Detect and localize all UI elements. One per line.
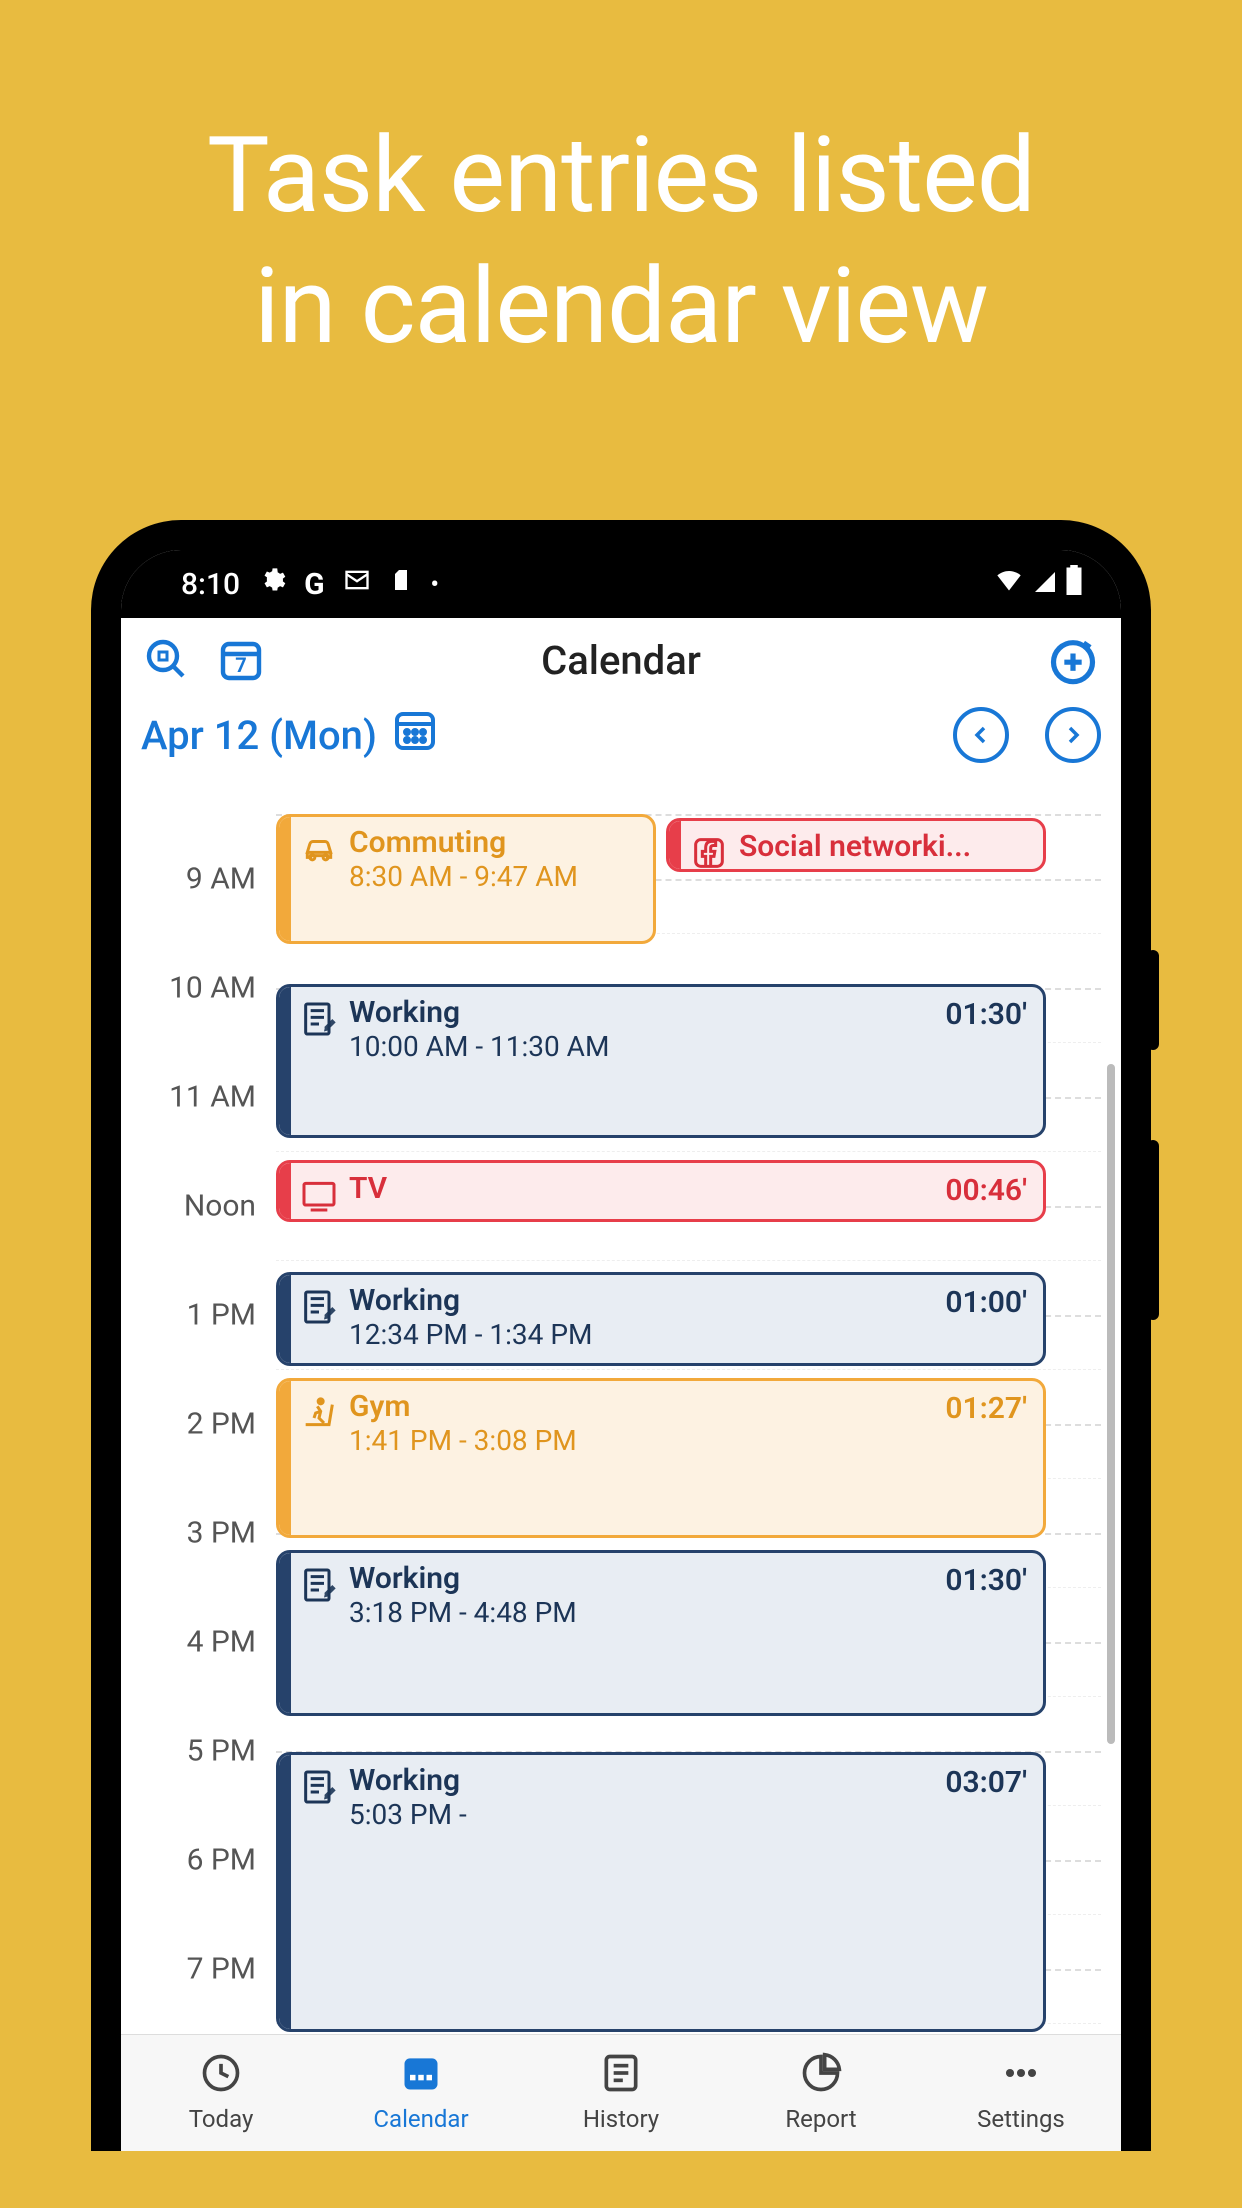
calendar-event[interactable]: Gym1:41 PM - 3:08 PM01:27'	[276, 1378, 1046, 1538]
event-time: 10:00 AM - 11:30 AM	[349, 1030, 1029, 1063]
wifi-icon	[993, 566, 1025, 602]
event-time: 8:30 AM - 9:47 AM	[349, 860, 639, 893]
hour-label: 1 PM	[187, 1298, 256, 1333]
hour-label: 5 PM	[187, 1734, 256, 1769]
status-bar: 8:10 G •	[121, 550, 1121, 618]
treadmill-icon	[299, 1393, 339, 1433]
hour-label: 6 PM	[187, 1843, 256, 1878]
tab-label: Today	[189, 2105, 254, 2133]
date-picker[interactable]: Apr 12 (Mon)	[141, 706, 439, 764]
hour-label: 10 AM	[169, 971, 256, 1006]
event-title: Gym	[349, 1389, 1029, 1424]
calendar-event[interactable]: TV00:46'	[276, 1160, 1046, 1222]
calendar-event[interactable]: Working10:00 AM - 11:30 AM01:30'	[276, 984, 1046, 1138]
scrollbar[interactable]	[1107, 1064, 1115, 1744]
page-title: Calendar	[303, 637, 939, 684]
clock-icon	[199, 2051, 243, 2099]
list-icon	[599, 2051, 643, 2099]
event-time: 3:18 PM - 4:48 PM	[349, 1596, 1029, 1629]
event-duration: 03:07'	[945, 1765, 1027, 1800]
event-time: 1:41 PM - 3:08 PM	[349, 1424, 1029, 1457]
calendar-icon	[399, 2051, 443, 2099]
note-icon	[299, 1565, 339, 1605]
tab-label: Calendar	[373, 2105, 468, 2133]
pie-icon	[799, 2051, 843, 2099]
sd-card-icon	[389, 566, 413, 602]
tab-today[interactable]: Today	[121, 2035, 321, 2151]
promo-title: Task entries listed in calendar view	[0, 0, 1242, 373]
date-label: Apr 12 (Mon)	[141, 712, 377, 759]
google-icon: G	[304, 567, 324, 602]
calendar-grid-icon	[391, 706, 439, 764]
event-title: TV	[349, 1171, 1029, 1206]
dots-icon	[999, 2051, 1043, 2099]
promo-line2: in calendar view	[254, 245, 988, 368]
search-icon[interactable]	[143, 636, 191, 684]
tab-report[interactable]: Report	[721, 2035, 921, 2151]
calendar-timeline[interactable]: 9 AM 10 AM 11 AM Noon 1 PM 2 PM 3 PM 4 PM 5 PM 6 …	[121, 784, 1121, 2034]
hour-label: 2 PM	[187, 1407, 256, 1442]
add-timer-icon[interactable]	[1047, 634, 1099, 686]
calendar-event[interactable]: Social networki...	[666, 818, 1046, 872]
dot-icon: •	[431, 570, 439, 598]
calendar-event[interactable]: Working5:03 PM -03:07'	[276, 1752, 1046, 2032]
tab-label: History	[583, 2105, 659, 2133]
app-header: 7 Calendar	[121, 618, 1121, 696]
hour-label: 7 PM	[187, 1952, 256, 1987]
event-title: Social networki...	[739, 829, 1029, 861]
hour-label: 9 AM	[186, 862, 256, 897]
note-icon	[299, 1767, 339, 1807]
gear-icon	[258, 566, 286, 602]
event-duration: 01:30'	[945, 997, 1027, 1032]
car-icon	[299, 829, 339, 869]
note-icon	[299, 999, 339, 1039]
event-duration: 01:00'	[945, 1285, 1027, 1320]
event-time: 12:34 PM - 1:34 PM	[349, 1318, 1029, 1351]
next-day-button[interactable]	[1045, 707, 1101, 763]
event-duration: 00:46'	[945, 1173, 1027, 1208]
facebook-icon	[689, 833, 729, 872]
event-title: Working	[349, 995, 1029, 1030]
event-title: Working	[349, 1763, 1029, 1798]
tab-settings[interactable]: Settings	[921, 2035, 1121, 2151]
note-icon	[299, 1287, 339, 1327]
phone-screen: 8:10 G •	[121, 550, 1121, 2151]
event-title: Working	[349, 1561, 1029, 1596]
date-navigation: Apr 12 (Mon)	[121, 696, 1121, 784]
event-time: 5:03 PM -	[349, 1798, 1029, 1831]
tab-bar: Today Calendar History Report Settings	[121, 2034, 1121, 2151]
hour-label: 3 PM	[187, 1516, 256, 1551]
tv-icon	[299, 1175, 339, 1215]
hour-label: 11 AM	[169, 1080, 256, 1115]
battery-icon	[1065, 565, 1083, 603]
event-duration: 01:27'	[945, 1391, 1027, 1426]
prev-day-button[interactable]	[953, 707, 1009, 763]
hour-label: 4 PM	[187, 1625, 256, 1660]
promo-line1: Task entries listed	[207, 114, 1035, 237]
event-title: Commuting	[349, 825, 639, 860]
calendar-event[interactable]: Commuting8:30 AM - 9:47 AM	[276, 814, 656, 944]
status-time: 8:10	[181, 567, 240, 602]
hour-label: Noon	[184, 1189, 256, 1224]
today-icon[interactable]: 7	[217, 636, 265, 684]
svg-text:7: 7	[235, 653, 246, 677]
tab-label: Report	[785, 2105, 856, 2133]
tab-label: Settings	[977, 2105, 1065, 2133]
mail-icon	[343, 566, 371, 602]
event-duration: 01:30'	[945, 1563, 1027, 1598]
calendar-event[interactable]: Working12:34 PM - 1:34 PM01:00'	[276, 1272, 1046, 1366]
tab-calendar[interactable]: Calendar	[321, 2035, 521, 2151]
tab-history[interactable]: History	[521, 2035, 721, 2151]
event-title: Working	[349, 1283, 1029, 1318]
phone-frame: 8:10 G •	[91, 520, 1151, 2151]
signal-icon	[1033, 567, 1057, 602]
calendar-event[interactable]: Working3:18 PM - 4:48 PM01:30'	[276, 1550, 1046, 1716]
